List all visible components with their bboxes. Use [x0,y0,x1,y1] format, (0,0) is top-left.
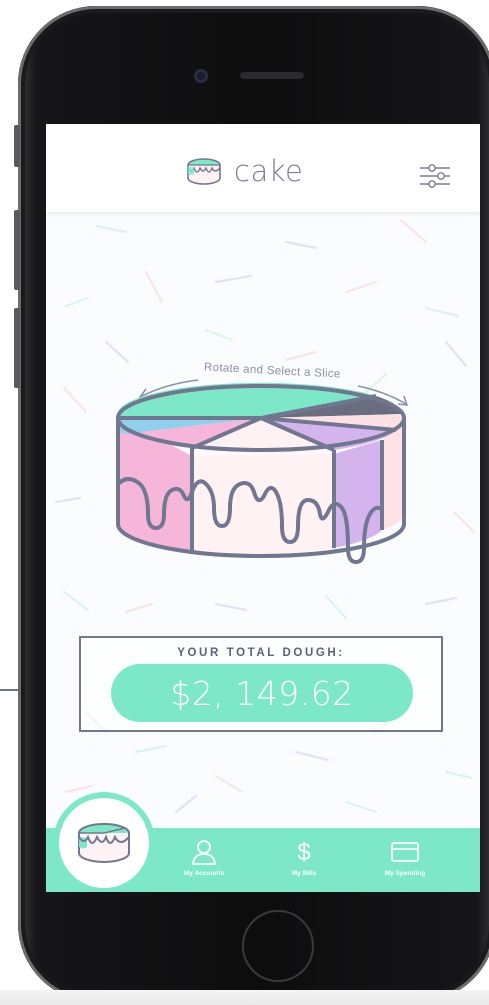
brand: cake [186,154,303,188]
earpiece-speaker [240,72,304,79]
cake-home-icon [78,823,130,863]
volume-down-button [14,308,20,388]
app-screen: cake Rotate and Select a Slice YOUR TOTA… [46,124,480,892]
total-dough-amount: $2, 149.62 [170,673,354,713]
filter-button[interactable] [418,162,452,190]
tab-label: My Bills [291,870,317,877]
total-dough-pill[interactable]: $2, 149.62 [111,664,413,722]
home-button[interactable] [242,910,314,982]
tab-my-bills[interactable]: $ My Bills [264,838,344,877]
home-tab-button[interactable] [59,798,149,888]
total-dough-label: YOUR TOTAL DOUGH: [177,647,345,659]
top-app-bar: cake [46,124,480,212]
sliders-icon [420,164,450,188]
svg-text:$: $ [297,839,310,866]
mute-switch [14,125,20,167]
total-dough-panel: YOUR TOTAL DOUGH: $2, 149.62 [79,636,443,732]
user-icon [192,840,216,865]
cake-chart[interactable] [96,364,426,594]
cake-logo-icon [187,158,221,185]
dollar-icon: $ [297,839,310,866]
tab-my-spending[interactable]: My Spending [365,838,445,877]
tab-label: My Spending [384,870,426,877]
volume-up-button [14,210,20,290]
brand-name: cake [234,154,304,188]
tab-my-accounts[interactable]: My Accounts [164,838,244,877]
page-bottom-shadow [0,990,489,1005]
credit-card-icon [391,842,419,862]
tab-label: My Accounts [183,870,225,877]
front-camera [194,69,208,83]
